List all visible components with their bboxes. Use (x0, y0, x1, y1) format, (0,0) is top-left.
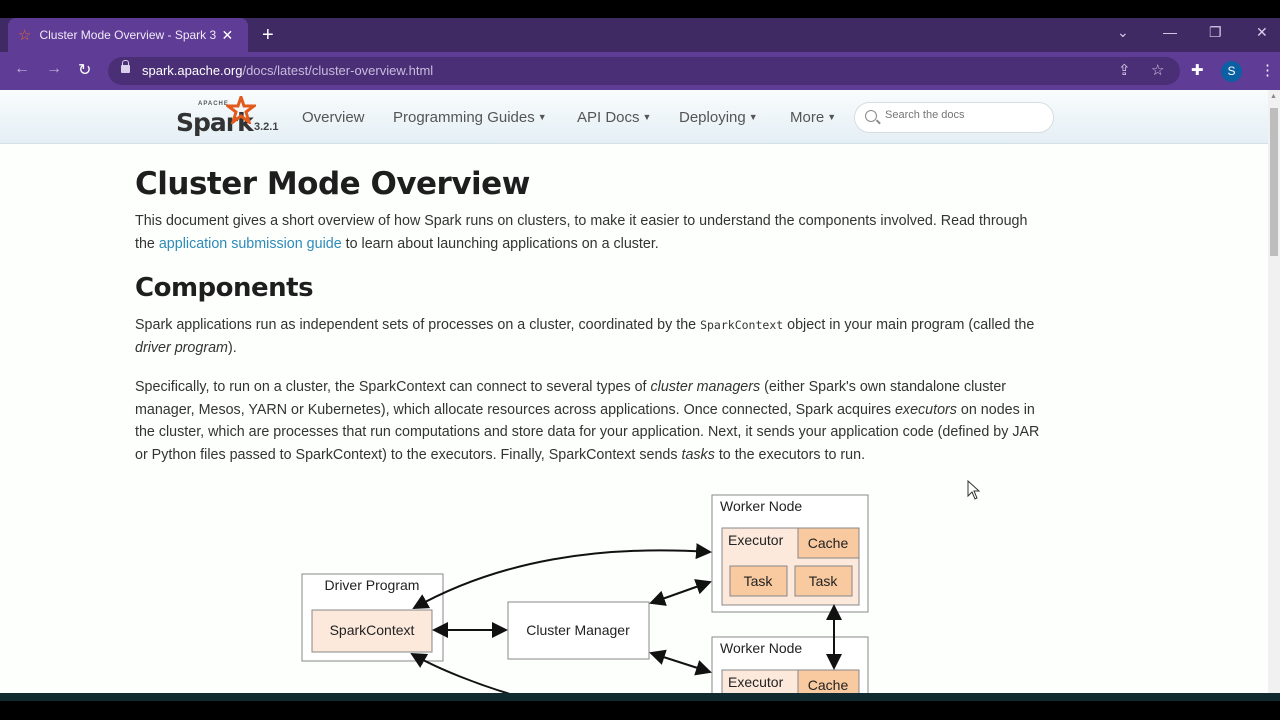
nav-deploying[interactable]: Deploying ▼ (679, 109, 758, 126)
text: Specifically, to run on a cluster, the S… (135, 379, 651, 395)
arrow-cm-worker1 (649, 579, 712, 606)
url-text[interactable]: spark.apache.org/docs/latest/cluster-ove… (142, 63, 433, 78)
text: Spark applications run as independent se… (135, 317, 701, 333)
screen: ☆ Cluster Mode Overview - Spark 3 ✕ + ⌄ … (0, 0, 1280, 720)
cache-1-box (797, 527, 860, 559)
nav-more[interactable]: More ▼ (790, 109, 836, 126)
driver-program-em: driver program (135, 339, 228, 356)
text: object in your main program (called the (783, 317, 1035, 333)
driver-program-label: Driver Program (325, 577, 420, 593)
forward-icon[interactable]: → (46, 60, 62, 78)
page-scrollbar[interactable]: ▲ (1268, 90, 1280, 693)
components-paragraph-2: Specifically, to run on a cluster, the S… (135, 376, 1040, 466)
back-icon[interactable]: ← (14, 60, 30, 78)
mouse-cursor-icon (967, 480, 981, 500)
intro-paragraph: This document gives a short overview of … (135, 210, 1040, 255)
components-heading: Components (135, 273, 314, 303)
sparkcontext-label: SparkContext (330, 622, 415, 638)
executor-2-box (721, 669, 860, 693)
nav-api-docs[interactable]: API Docs ▼ (577, 109, 651, 126)
share-icon[interactable]: ⇪ (1118, 61, 1131, 79)
executors-em: executors (894, 401, 957, 418)
search-icon (865, 110, 877, 122)
url-host: spark.apache.org (142, 63, 243, 78)
nav-label: Programming Guides (393, 109, 535, 126)
task-1-label: Task (744, 573, 774, 589)
version-label: 3.2.1 (254, 121, 279, 133)
minimize-button[interactable]: — (1163, 24, 1177, 40)
close-window-button[interactable]: ✕ (1256, 24, 1268, 41)
driver-program-box (301, 573, 444, 662)
nav-label: Overview (302, 109, 365, 126)
tasks-em: tasks (681, 446, 715, 463)
task-2-label: Task (809, 573, 839, 589)
worker-node-2-box (711, 636, 869, 693)
task-2-box (794, 565, 853, 597)
spark-favicon-icon: ☆ (18, 27, 32, 44)
star-icon[interactable]: ☆ (1151, 61, 1164, 79)
application-submission-guide-link[interactable]: application submission guide (159, 236, 342, 252)
cluster-managers-em: cluster managers (650, 379, 761, 395)
worker-node-2-label: Worker Node (720, 640, 802, 656)
page-viewport: APACHE Spark 3.2.1 Overview Programming … (0, 90, 1268, 693)
worker-node-1-box (711, 494, 869, 613)
executor-1-box (721, 527, 860, 606)
sparkcontext-box (311, 609, 433, 653)
new-tab-button[interactable]: + (262, 24, 274, 46)
lock-icon[interactable] (121, 60, 130, 73)
restore-button[interactable]: ❐ (1209, 24, 1222, 41)
page-title: Cluster Mode Overview (135, 166, 530, 202)
caret-down-icon: ▼ (642, 112, 652, 122)
nav-programming-guides[interactable]: Programming Guides ▼ (393, 109, 547, 126)
search-input[interactable] (885, 109, 1045, 121)
spark-star-icon (226, 96, 256, 124)
executor-1-label: Executor (728, 532, 784, 548)
docs-search[interactable] (854, 102, 1054, 133)
nav-label: API Docs (577, 109, 640, 126)
caret-down-icon: ▼ (827, 112, 837, 122)
nav-label: More (790, 109, 825, 126)
bottom-bar (0, 693, 1280, 701)
nav-overview[interactable]: Overview (302, 109, 365, 126)
text: ). (227, 339, 237, 356)
sparkcontext-code: SparkContext (700, 318, 784, 332)
close-tab-icon[interactable]: ✕ (221, 27, 233, 44)
nav-label: Deploying (679, 109, 746, 126)
caret-down-icon: ▼ (537, 112, 547, 122)
extensions-icon[interactable]: ✚ (1191, 61, 1204, 79)
tab-search-icon[interactable]: ⌄ (1117, 24, 1129, 41)
tab-title: Cluster Mode Overview - Spark 3 (39, 28, 217, 42)
cluster-manager-label: Cluster Manager (526, 622, 630, 638)
cache-2-label: Cache (808, 677, 849, 693)
executor-2-label: Executor (728, 674, 784, 690)
cache-1-label: Cache (808, 535, 849, 551)
cache-2-box (797, 669, 860, 693)
browser-tab[interactable]: ☆ Cluster Mode Overview - Spark 3 ✕ (8, 18, 248, 52)
text: to the executors to run. (714, 446, 866, 463)
task-1-box (729, 565, 788, 597)
scroll-thumb[interactable] (1270, 108, 1278, 256)
intro-text-2: to learn about launching applications on… (341, 235, 659, 252)
worker-node-1-label: Worker Node (720, 498, 802, 514)
spark-logo[interactable]: APACHE Spark 3.2.1 (176, 96, 286, 140)
caret-down-icon: ▼ (748, 112, 758, 122)
arrow-driver-worker2 (410, 653, 511, 693)
logo-apache-text: APACHE (198, 101, 229, 107)
arrow-driver-worker1 (412, 543, 712, 609)
reload-icon[interactable]: ↻ (78, 60, 91, 80)
arrow-cm-worker2 (649, 649, 712, 676)
components-paragraph-1: Spark applications run as independent se… (135, 314, 1040, 359)
profile-avatar[interactable]: S (1221, 61, 1242, 82)
menu-icon[interactable]: ⋮ (1260, 61, 1275, 79)
cluster-manager-box (507, 601, 650, 660)
scroll-up-icon[interactable]: ▲ (1270, 93, 1277, 100)
site-navbar: APACHE Spark 3.2.1 Overview Programming … (0, 90, 1268, 144)
url-path: /docs/latest/cluster-overview.html (242, 63, 434, 78)
